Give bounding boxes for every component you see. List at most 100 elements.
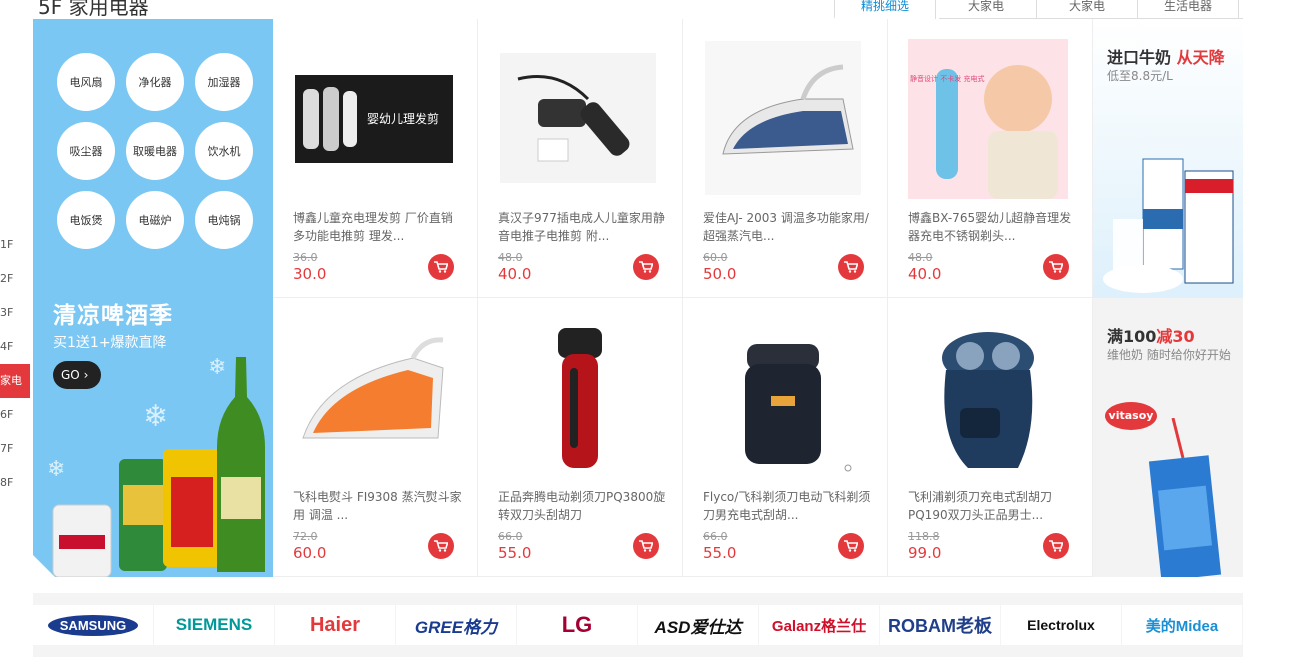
brand-electrolux[interactable]: Electrolux xyxy=(1001,605,1122,645)
category-humidifier[interactable]: 加湿器 xyxy=(195,53,253,111)
add-to-cart-button[interactable] xyxy=(838,254,864,280)
category-induction-cooker[interactable]: 电磁炉 xyxy=(126,191,184,249)
product-card[interactable]: 正品奔腾电动剃须刀PQ3800旋转双刀头刮胡刀 66.0 55.0 xyxy=(478,298,683,577)
tab-featured[interactable]: 精挑细选 xyxy=(834,0,936,19)
product-name[interactable]: 真汉子977插电成人儿童家用静音电推子电推剪 附... xyxy=(498,209,668,245)
category-promo-panel: 电风扇 净化器 加湿器 吸尘器 取暖电器 饮水机 电饭煲 电磁炉 电炖锅 清凉啤… xyxy=(33,19,273,577)
panel-fold-corner xyxy=(33,555,55,577)
product-name[interactable]: 正品奔腾电动剃须刀PQ3800旋转双刀头刮胡刀 xyxy=(498,488,668,524)
product-image: 静音设计 不卡发 充电式 xyxy=(908,39,1068,199)
product-image-label: 婴幼儿理发剪 xyxy=(367,111,439,126)
brand-midea[interactable]: 美的Midea xyxy=(1122,605,1243,645)
category-vacuum[interactable]: 吸尘器 xyxy=(57,122,115,180)
cart-icon xyxy=(434,261,448,273)
promo-subtitle: 买1送1+爆款直降 xyxy=(53,335,167,351)
brand-label: Haier xyxy=(309,613,361,636)
category-stew-pot[interactable]: 电炖锅 xyxy=(195,191,253,249)
category-fan[interactable]: 电风扇 xyxy=(57,53,115,111)
floor-title: 5F 家用电器 xyxy=(38,0,149,19)
brand-samsung[interactable]: SAMSUNG xyxy=(33,605,154,645)
product-image xyxy=(302,337,444,439)
product-original-price: 66.0 xyxy=(703,530,728,543)
product-name[interactable]: Flyco/飞科剃须刀电动飞科剃须刀男充电式刮胡... xyxy=(703,488,873,524)
cart-icon xyxy=(639,540,653,552)
product-price: 60.0 xyxy=(293,544,327,562)
product-card[interactable]: 爱佳AJ- 2003 调温多功能家用/超强蒸汽电... 60.0 50.0 xyxy=(683,19,888,298)
add-to-cart-button[interactable] xyxy=(1043,254,1069,280)
product-price: 55.0 xyxy=(703,544,737,562)
product-name[interactable]: 飞科电熨斗 FI9308 蒸汽熨斗家用 调温 ... xyxy=(293,488,463,524)
category-grid: 电风扇 净化器 加湿器 吸尘器 取暖电器 饮水机 电饭煲 电磁炉 电炖锅 xyxy=(57,53,257,249)
product-name[interactable]: 爱佳AJ- 2003 调温多功能家用/超强蒸汽电... xyxy=(703,209,873,245)
brand-gree[interactable]: GREE格力 xyxy=(396,605,517,645)
product-name[interactable]: 飞利浦剃须刀充电式刮胡刀PQ190双刀头正品男士... xyxy=(908,488,1078,524)
category-water-dispenser[interactable]: 饮水机 xyxy=(195,122,253,180)
tab-large-appliance-2[interactable]: 大家电 xyxy=(1036,0,1138,19)
beer-cans-illustration xyxy=(52,357,265,577)
product-card[interactable]: 婴幼儿理发剪 博鑫儿童充电理发剪 厂价直销多功能电推剪 理发... 36.0 3… xyxy=(273,19,478,298)
product-original-price: 60.0 xyxy=(703,251,728,264)
cart-icon xyxy=(1049,540,1063,552)
ad-vitasoy[interactable]: 满100减30 维他奶 随时给你好开始 vitasoy xyxy=(1093,298,1243,577)
brand-label: Electrolux xyxy=(1027,617,1095,633)
product-original-price: 118.8 xyxy=(908,530,940,543)
brand-label: ROBAM老板 xyxy=(888,616,992,636)
brand-lg[interactable]: LG xyxy=(517,605,638,645)
elevator-item-appliance[interactable]: 家电 xyxy=(0,364,30,398)
product-image xyxy=(942,332,1034,468)
floor-tabs: 精挑细选 大家电 大家电 生活电器 xyxy=(834,0,1239,19)
product-card[interactable]: 静音设计 不卡发 充电式 博鑫BX-765婴幼儿超静音理发器充电不锈钢剃头...… xyxy=(888,19,1093,298)
add-to-cart-button[interactable] xyxy=(428,533,454,559)
ad-title-highlight: 从天降 xyxy=(1176,48,1225,67)
milk-cartons-illustration xyxy=(1103,158,1234,293)
elevator-item-7f[interactable]: 7F xyxy=(0,432,30,466)
brand-label: SIEMENS xyxy=(175,615,253,634)
add-to-cart-button[interactable] xyxy=(633,254,659,280)
ad-title-part: 满100 xyxy=(1107,327,1157,346)
elevator-item-4f[interactable]: 4F xyxy=(0,330,30,364)
product-name[interactable]: 博鑫儿童充电理发剪 厂价直销多功能电推剪 理发... xyxy=(293,209,463,245)
add-to-cart-button[interactable] xyxy=(838,533,864,559)
brand-asd[interactable]: ASD爱仕达 xyxy=(638,605,759,645)
brand-siemens[interactable]: SIEMENS xyxy=(154,605,275,645)
product-original-price: 48.0 xyxy=(498,251,523,264)
product-price: 40.0 xyxy=(908,265,942,283)
product-card[interactable]: 真汉子977插电成人儿童家用静音电推子电推剪 附... 48.0 40.0 xyxy=(478,19,683,298)
brand-galanz[interactable]: Galanz格兰仕 xyxy=(759,605,880,645)
ad-title: 满100减30 xyxy=(1107,323,1195,347)
tab-large-appliance[interactable]: 大家电 xyxy=(935,0,1037,19)
ad-title-highlight: 减30 xyxy=(1156,327,1195,346)
product-price: 50.0 xyxy=(703,265,737,283)
brand-label: Galanz格兰仕 xyxy=(771,617,867,635)
elevator-item-2f[interactable]: 2F xyxy=(0,262,30,296)
brand-haier[interactable]: Haier xyxy=(275,605,396,645)
ad-title: 进口牛奶 从天降 xyxy=(1107,44,1225,68)
ad-imported-milk[interactable]: 进口牛奶 从天降 低至8.8元/L xyxy=(1093,19,1243,298)
add-to-cart-button[interactable] xyxy=(1043,533,1069,559)
category-heater[interactable]: 取暖电器 xyxy=(126,122,184,180)
product-card[interactable]: 飞科电熨斗 FI9308 蒸汽熨斗家用 调温 ... 72.0 60.0 xyxy=(273,298,478,577)
floor-section: 5F 家用电器 精挑细选 大家电 大家电 生活电器 1F 2F 3F 4F 家电… xyxy=(0,0,1305,670)
add-to-cart-button[interactable] xyxy=(428,254,454,280)
product-image xyxy=(705,41,861,195)
cart-icon xyxy=(434,540,448,552)
ad-subtitle: 低至8.8元/L xyxy=(1107,69,1173,83)
ad-subtitle: 维他奶 随时给你好开始 xyxy=(1107,348,1231,362)
elevator-item-8f[interactable]: 8F xyxy=(0,466,30,500)
cart-icon xyxy=(1049,261,1063,273)
product-card[interactable]: 飞利浦剃须刀充电式刮胡刀PQ190双刀头正品男士... 118.8 99.0 xyxy=(888,298,1093,577)
add-to-cart-button[interactable] xyxy=(633,533,659,559)
product-price: 30.0 xyxy=(293,265,327,283)
category-rice-cooker[interactable]: 电饭煲 xyxy=(57,191,115,249)
ad-title-part: 进口牛奶 xyxy=(1107,48,1177,67)
elevator-item-3f[interactable]: 3F xyxy=(0,296,30,330)
elevator-item-6f[interactable]: 6F xyxy=(0,398,30,432)
brand-strip: SAMSUNG SIEMENS Haier GREE格力 LG ASD爱仕达 G… xyxy=(33,593,1243,657)
tab-living-appliance[interactable]: 生活电器 xyxy=(1137,0,1239,19)
category-purifier[interactable]: 净化器 xyxy=(126,53,184,111)
cart-icon xyxy=(844,261,858,273)
product-name[interactable]: 博鑫BX-765婴幼儿超静音理发器充电不锈钢剃头... xyxy=(908,209,1078,245)
brand-robam[interactable]: ROBAM老板 xyxy=(880,605,1001,645)
product-card[interactable]: Flyco/飞科剃须刀电动飞科剃须刀男充电式刮胡... 66.0 55.0 xyxy=(683,298,888,577)
elevator-item-1f[interactable]: 1F xyxy=(0,228,30,262)
